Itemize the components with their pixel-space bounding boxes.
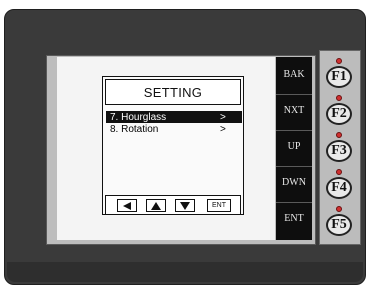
window-title: SETTING	[105, 79, 241, 105]
softkey-ent[interactable]: ENT	[276, 206, 312, 230]
led-indicator-icon	[336, 58, 342, 64]
list-item-label: 8. Rotation	[110, 123, 159, 135]
left-arrow-icon	[123, 201, 131, 210]
list-item-rotation[interactable]: 8. Rotation >	[106, 123, 242, 135]
softkey-bak[interactable]: BAK	[276, 62, 312, 86]
left-arrow-button[interactable]	[117, 199, 137, 212]
f5-key[interactable]: F5	[322, 204, 358, 240]
softkey-divider	[276, 94, 312, 95]
chevron-right-icon: >	[220, 123, 226, 135]
f5-key-label: F5	[326, 214, 352, 236]
led-indicator-icon	[336, 169, 342, 175]
f2-key-label: F2	[326, 103, 352, 125]
f4-key-label: F4	[326, 177, 352, 199]
softkey-nxt[interactable]: NXT	[276, 98, 312, 122]
f2-key[interactable]: F2	[322, 93, 358, 129]
led-indicator-icon	[336, 206, 342, 212]
settings-list: 7. Hourglass > 8. Rotation >	[106, 111, 242, 135]
list-item-hourglass[interactable]: 7. Hourglass >	[106, 111, 242, 123]
f3-key-label: F3	[326, 140, 352, 162]
down-arrow-button[interactable]	[175, 199, 195, 212]
up-arrow-icon	[151, 201, 161, 210]
softkey-divider	[276, 130, 312, 131]
softkey-up[interactable]: UP	[276, 134, 312, 158]
list-item-label: 7. Hourglass	[110, 111, 167, 123]
chevron-right-icon: >	[220, 111, 226, 123]
f1-key-label: F1	[326, 66, 352, 88]
up-arrow-button[interactable]	[146, 199, 166, 212]
device-bottom-bezel	[7, 262, 363, 282]
led-indicator-icon	[336, 132, 342, 138]
softkey-dwn[interactable]: DWN	[276, 170, 312, 194]
softkey-divider	[276, 202, 312, 203]
down-arrow-icon	[180, 201, 190, 210]
led-indicator-icon	[336, 95, 342, 101]
softkey-divider	[276, 166, 312, 167]
f4-key[interactable]: F4	[322, 167, 358, 203]
f1-key[interactable]: F1	[322, 56, 358, 92]
f3-key[interactable]: F3	[322, 130, 358, 166]
enter-button[interactable]: ENT	[207, 199, 231, 212]
